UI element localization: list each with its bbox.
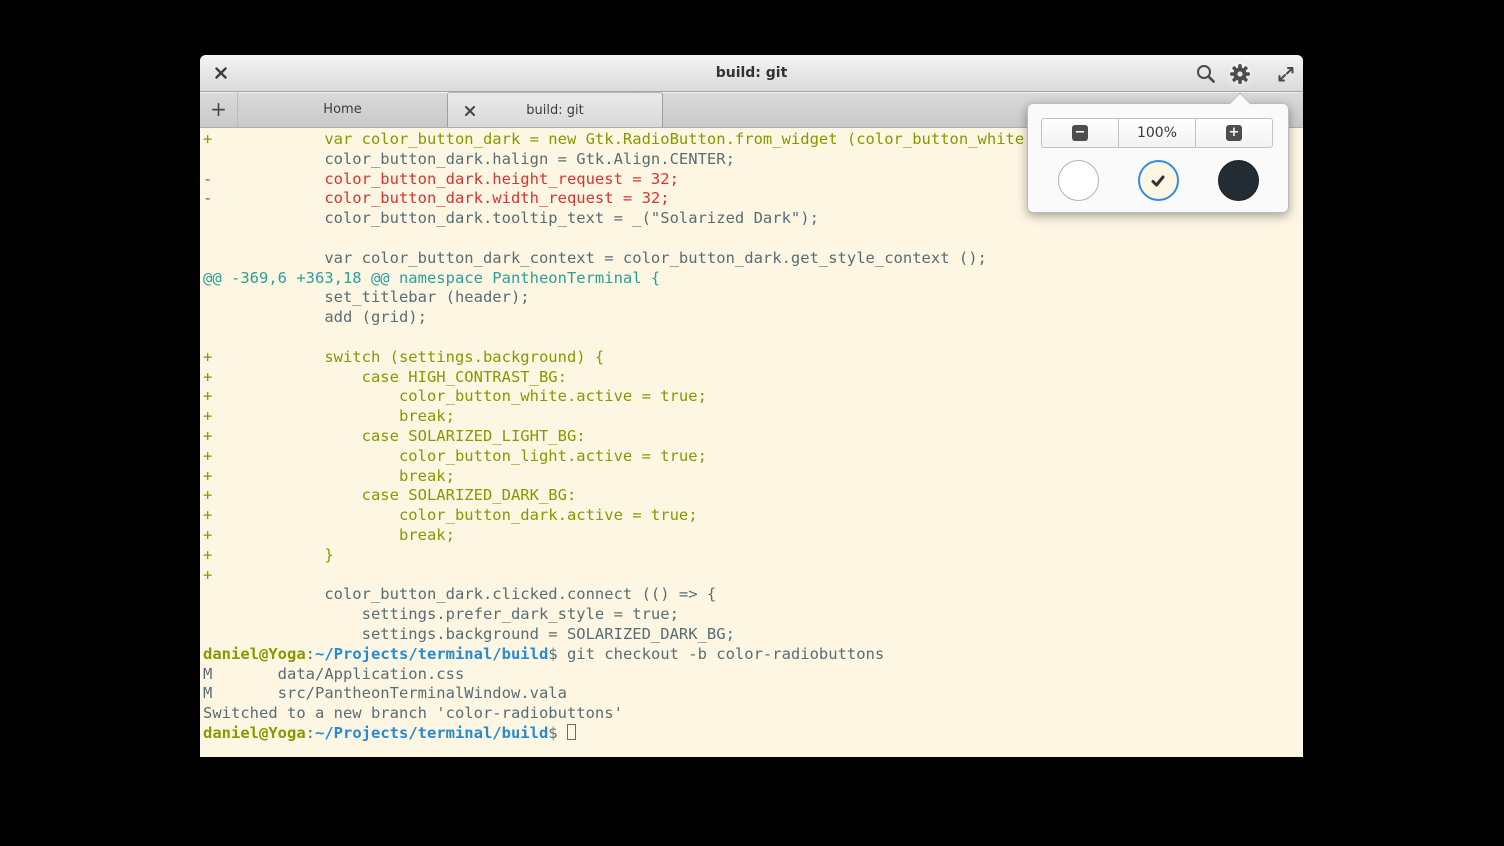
terminal-line: color_button_dark.clicked.connect (() =>…: [203, 585, 1303, 605]
search-icon: [1195, 63, 1217, 85]
plus-icon: +: [1226, 125, 1242, 141]
desktop-background: build: git: [0, 0, 1504, 846]
theme-high-contrast-button[interactable]: [1058, 160, 1099, 201]
check-icon: [1149, 172, 1167, 190]
terminal-line: [203, 229, 1303, 249]
terminal-line: + case HIGH_CONTRAST_BG:: [203, 368, 1303, 388]
settings-button[interactable]: [1225, 59, 1255, 89]
tab-build-git[interactable]: build: git: [447, 92, 663, 127]
terminal-line: + case SOLARIZED_DARK_BG:: [203, 486, 1303, 506]
window-title: build: git: [200, 55, 1303, 92]
terminal-line: +: [203, 566, 1303, 586]
tab-home-label: Home: [323, 102, 361, 117]
terminal-line: set_titlebar (header);: [203, 288, 1303, 308]
terminal-line: + break;: [203, 407, 1303, 427]
terminal-line: Switched to a new branch 'color-radiobut…: [203, 704, 1303, 724]
terminal-line: settings.background = SOLARIZED_DARK_BG;: [203, 625, 1303, 645]
tab-home[interactable]: Home: [237, 92, 447, 127]
fullscreen-button[interactable]: [1273, 61, 1299, 87]
zoom-control: − 100% +: [1041, 118, 1273, 148]
terminal-line: add (grid);: [203, 308, 1303, 328]
terminal-output[interactable]: + var color_button_dark = new Gtk.RadioB…: [200, 128, 1303, 757]
terminal-line: var color_button_dark_context = color_bu…: [203, 249, 1303, 269]
settings-popover: − 100% +: [1027, 103, 1289, 213]
tab-close-button[interactable]: [464, 105, 476, 117]
terminal-cursor: [567, 724, 576, 740]
terminal-line: @@ -369,6 +363,18 @@ namespace PantheonT…: [203, 269, 1303, 289]
terminal-line: daniel@Yoga:~/Projects/terminal/build$: [203, 724, 1303, 744]
minus-icon: −: [1072, 125, 1088, 141]
theme-solarized-light-button[interactable]: [1138, 160, 1179, 201]
titlebar[interactable]: build: git: [200, 55, 1303, 92]
terminal-line: [203, 328, 1303, 348]
terminal-line: + break;: [203, 526, 1303, 546]
zoom-out-button[interactable]: −: [1042, 119, 1118, 147]
theme-selector: [1028, 160, 1290, 201]
fullscreen-icon: [1276, 64, 1296, 84]
search-button[interactable]: [1193, 61, 1219, 87]
terminal-line: + color_button_dark.active = true;: [203, 506, 1303, 526]
terminal-line: M data/Application.css: [203, 665, 1303, 685]
terminal-window: build: git: [200, 55, 1303, 757]
terminal-line: + break;: [203, 467, 1303, 487]
terminal-line: + color_button_light.active = true;: [203, 447, 1303, 467]
terminal-line: M src/PantheonTerminalWindow.vala: [203, 684, 1303, 704]
tab-build-git-label: build: git: [526, 103, 583, 118]
zoom-in-button[interactable]: +: [1195, 119, 1272, 147]
terminal-line: + }: [203, 546, 1303, 566]
terminal-line: settings.prefer_dark_style = true;: [203, 605, 1303, 625]
close-icon: [465, 106, 475, 116]
gear-icon: [1229, 63, 1251, 85]
new-tab-button[interactable]: +: [200, 92, 237, 127]
terminal-line: + switch (settings.background) {: [203, 348, 1303, 368]
terminal-line: + case SOLARIZED_LIGHT_BG:: [203, 427, 1303, 447]
zoom-level: 100%: [1118, 119, 1195, 147]
terminal-line: + color_button_white.active = true;: [203, 387, 1303, 407]
theme-solarized-dark-button[interactable]: [1218, 160, 1259, 201]
terminal-line: daniel@Yoga:~/Projects/terminal/build$ g…: [203, 645, 1303, 665]
